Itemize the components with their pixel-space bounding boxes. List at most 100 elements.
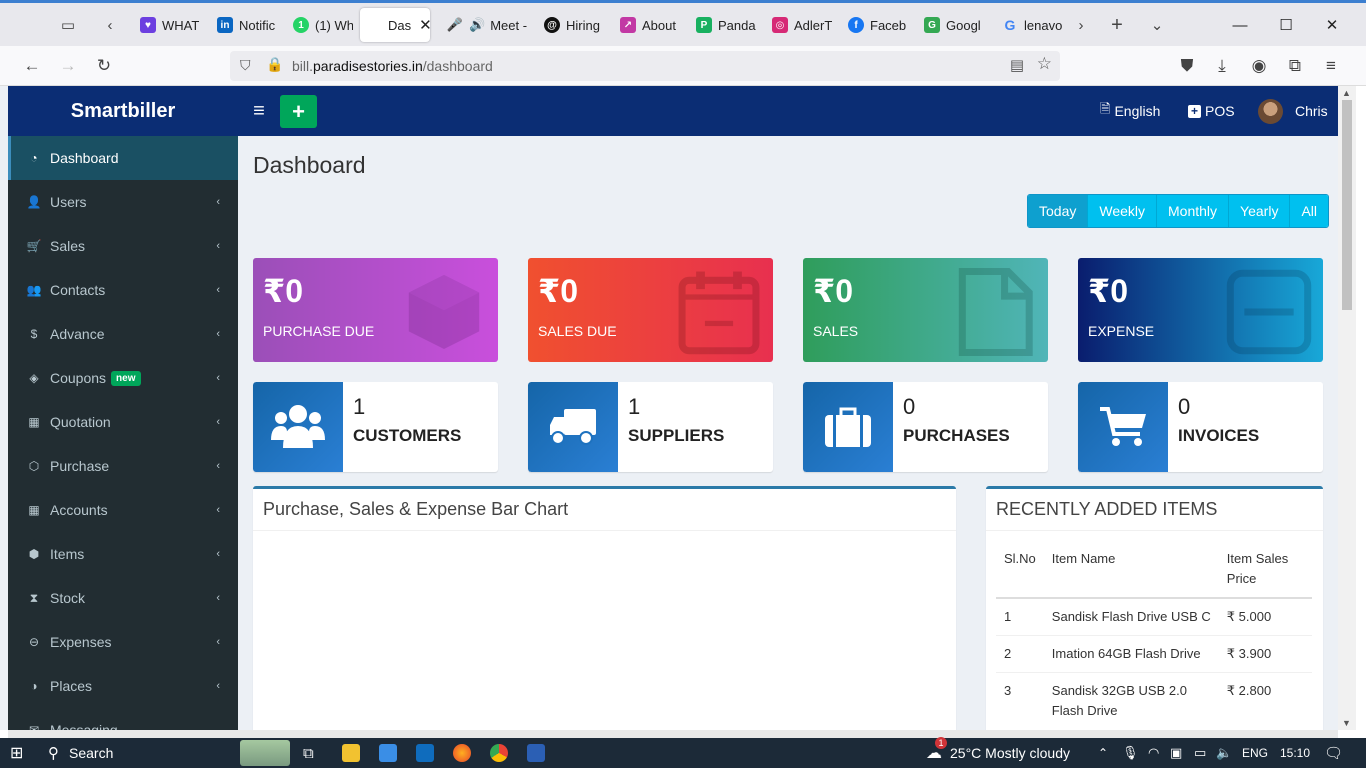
cubes-icon: ⬢ <box>28 547 40 561</box>
info-box-purchases[interactable]: 0 PURCHASES <box>803 382 1048 472</box>
firefox-icon[interactable] <box>453 744 471 762</box>
meet-now-icon[interactable]: ▣ <box>1170 738 1182 768</box>
info-box-invoices[interactable]: 0 INVOICES <box>1078 382 1323 472</box>
clock[interactable]: 15:10 <box>1280 738 1310 768</box>
sidebar-toggle-icon[interactable]: ≡ <box>248 99 270 123</box>
facebook-icon: f <box>848 17 864 33</box>
sidebar-item-stock[interactable]: ⧗ Stock ‹ <box>8 576 238 620</box>
browser-tab[interactable]: 1 (1) Wh <box>283 8 353 42</box>
info-count: 0 <box>1178 394 1191 419</box>
horizontal-scrollbar[interactable] <box>8 730 1338 738</box>
period-monthly-button[interactable]: Monthly <box>1157 195 1230 227</box>
browser-tab-active[interactable]: Das ✕ <box>360 8 430 42</box>
forward-icon[interactable]: → <box>54 52 82 80</box>
language-selector[interactable]: 🗎 English <box>1100 86 1160 136</box>
sidebar-item-contacts[interactable]: 👥 Contacts ‹ <box>8 268 238 312</box>
period-today-button[interactable]: Today <box>1028 195 1089 227</box>
file-explorer-icon[interactable] <box>342 744 360 762</box>
browser-tab[interactable]: 🎤 🔊 Meet - <box>437 8 527 42</box>
browser-tab[interactable]: G Googl <box>914 8 986 42</box>
wifi-icon[interactable]: ◠ <box>1148 738 1159 768</box>
period-all-button[interactable]: All <box>1290 195 1329 227</box>
sidebar-item-messaging[interactable]: ✉ Messaging <box>8 708 238 730</box>
sidebar-item-dashboard[interactable]: ◔ Dashboard <box>8 136 238 180</box>
period-weekly-button[interactable]: Weekly <box>1088 195 1158 227</box>
new-tab-icon[interactable]: + <box>1102 11 1132 39</box>
page-scrollbar[interactable]: ▲ ▼ <box>1338 86 1356 730</box>
browser-tab[interactable]: P Panda <box>686 8 756 42</box>
pos-link[interactable]: + POS <box>1188 86 1235 136</box>
sidebar-item-sales[interactable]: 🛒 Sales ‹ <box>8 224 238 268</box>
app-logo[interactable]: Smartbiller <box>8 86 238 136</box>
sidebar-item-users[interactable]: 👤 Users ‹ <box>8 180 238 224</box>
sidebar-item-places[interactable]: ◑ Places ‹ <box>8 664 238 708</box>
taskbar-search[interactable]: ⚲ Search <box>48 738 113 768</box>
volume-icon[interactable]: 🔈 <box>1216 738 1232 768</box>
sidebar-item-coupons[interactable]: ◈ Coupons new ‹ <box>8 356 238 400</box>
download-icon[interactable]: ⤓ <box>1208 52 1236 80</box>
account-icon[interactable]: ◉ <box>1245 52 1273 80</box>
task-view-icon[interactable]: ⧉ <box>303 738 314 768</box>
cell-sl-no: 3 <box>996 672 1044 729</box>
scroll-down-icon[interactable]: ▼ <box>1342 718 1351 728</box>
stat-card-purchase-due[interactable]: ₹0 PURCHASE DUE <box>253 258 498 362</box>
tab-scroll-right-icon[interactable]: › <box>1066 11 1096 39</box>
sidebar-item-accounts[interactable]: ▦ Accounts ‹ <box>8 488 238 532</box>
sidebar-item-expenses[interactable]: ⊖ Expenses ‹ <box>8 620 238 664</box>
chevron-left-icon: ‹ <box>216 328 220 340</box>
microphone-icon[interactable]: 🎙 <box>1122 738 1139 768</box>
info-box-customers[interactable]: 1 CUSTOMERS <box>253 382 498 472</box>
column-header: Sl.No <box>996 541 1044 599</box>
sidebar-item-items[interactable]: ⬢ Items ‹ <box>8 532 238 576</box>
chrome-icon[interactable] <box>490 744 508 762</box>
store-icon[interactable] <box>379 744 397 762</box>
stat-card-sales[interactable]: ₹0 SALES <box>803 258 1048 362</box>
minimize-icon[interactable]: — <box>1217 11 1263 39</box>
browser-tab[interactable]: f Faceb <box>838 8 908 42</box>
address-bar[interactable]: ⛉ 🔒 bill.paradisestories.in/dashboard ▤ … <box>230 51 1060 81</box>
close-icon[interactable]: ✕ <box>419 16 430 34</box>
language-indicator[interactable]: ENG <box>1242 738 1268 768</box>
back-icon[interactable]: ← <box>18 52 46 80</box>
stat-card-expense[interactable]: ₹0 EXPENSE <box>1078 258 1323 362</box>
browser-tab[interactable]: @ Hiring <box>534 8 604 42</box>
browser-tab[interactable]: in Notific <box>207 8 279 42</box>
google-icon: G <box>1004 17 1016 33</box>
weather-widget[interactable]: ☁ 1 25°C Mostly cloudy <box>926 737 1070 768</box>
browser-tab[interactable]: ↗ About <box>610 8 680 42</box>
period-yearly-button[interactable]: Yearly <box>1229 195 1291 227</box>
word-icon[interactable] <box>527 744 545 762</box>
sidebar-item-purchase[interactable]: ⬡ Purchase ‹ <box>8 444 238 488</box>
extensions-icon[interactable]: ⧉ <box>1281 52 1309 80</box>
browser-tab[interactable]: ◎ AdlerT <box>762 8 832 42</box>
weather-text: 25°C Mostly cloudy <box>950 745 1070 761</box>
maximize-icon[interactable]: ☐ <box>1263 11 1309 39</box>
scroll-up-icon[interactable]: ▲ <box>1342 88 1351 98</box>
chevron-up-icon[interactable]: ⌃ <box>1098 738 1108 768</box>
tab-scroll-left-icon[interactable]: ‹ <box>95 11 125 39</box>
outlook-icon[interactable] <box>416 744 434 762</box>
browser-tab-strip: ▭ ‹ ♥ WHAT in Notific 1 (1) Wh Das ✕ 🎤 🔊… <box>0 0 1366 46</box>
sidebar-item-quotation[interactable]: ▦ Quotation ‹ <box>8 400 238 444</box>
user-menu[interactable]: Chris <box>1258 86 1328 136</box>
windows-start-icon[interactable]: ⊞ <box>10 738 23 768</box>
stat-card-sales-due[interactable]: ₹0 SALES DUE <box>528 258 773 362</box>
menu-icon[interactable]: ≡ <box>1317 52 1345 80</box>
tab-overview-icon[interactable]: ▭ <box>53 11 83 39</box>
scrollbar-thumb[interactable] <box>1342 100 1352 310</box>
notifications-icon[interactable]: 🗨 <box>1324 738 1343 768</box>
window-close-icon[interactable]: ✕ <box>1309 11 1355 39</box>
sidebar-item-label: Expenses <box>50 634 112 650</box>
info-box-suppliers[interactable]: 1 SUPPLIERS <box>528 382 773 472</box>
lock-icon: 🔒 <box>266 56 284 72</box>
battery-icon[interactable]: ▭ <box>1194 738 1206 768</box>
pocket-icon[interactable]: ⛊ <box>1173 52 1201 80</box>
list-tabs-icon[interactable]: ⌄ <box>1142 11 1172 39</box>
reload-icon[interactable]: ↻ <box>90 52 118 80</box>
bookmark-star-icon[interactable]: ☆ <box>1037 54 1052 74</box>
sidebar-item-advance[interactable]: $ Advance ‹ <box>8 312 238 356</box>
quick-add-button[interactable]: + <box>280 95 317 128</box>
reader-view-icon[interactable]: ▤ <box>1010 56 1024 74</box>
browser-tab[interactable]: G lenavo <box>992 8 1064 42</box>
browser-tab[interactable]: ♥ WHAT <box>130 8 200 42</box>
